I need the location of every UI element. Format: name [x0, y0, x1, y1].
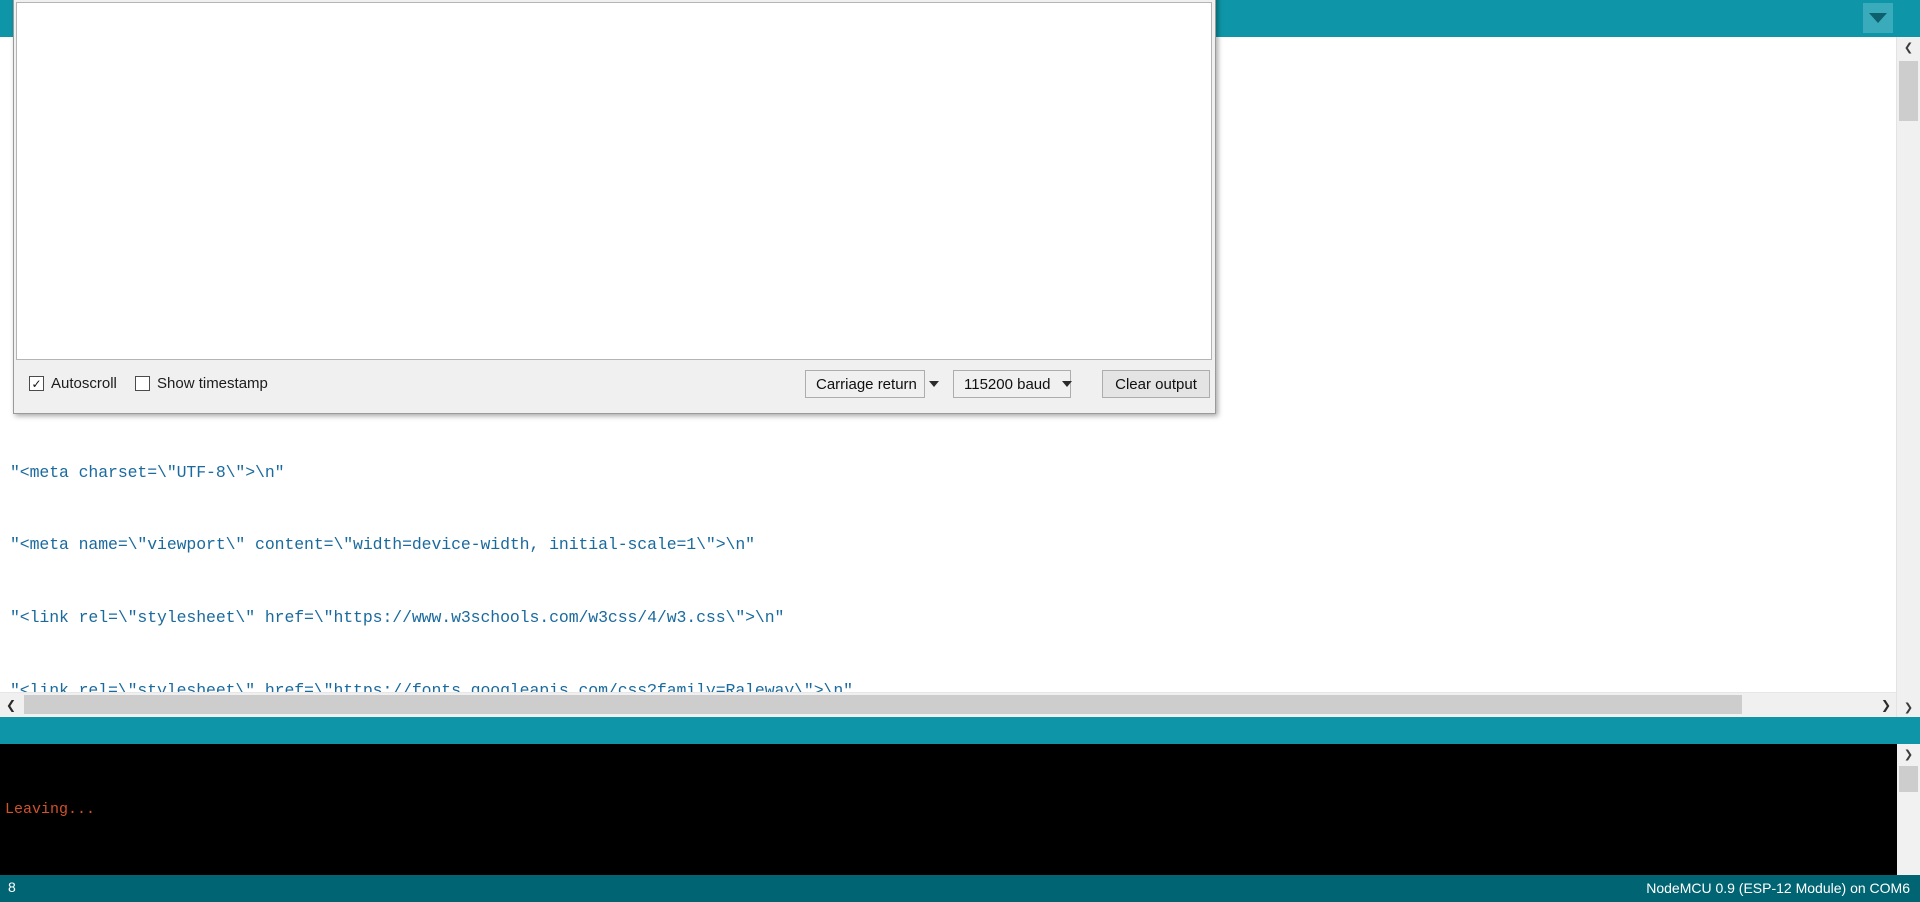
chevron-left-icon[interactable]: ❮: [0, 693, 22, 716]
code-text: "<meta charset=\"UTF-8\">\n" "<meta name…: [10, 412, 1627, 717]
line-ending-select[interactable]: Carriage return: [805, 370, 925, 398]
line-ending-value: Carriage return: [816, 376, 917, 393]
code-line: "<meta charset=\"UTF-8\">\n": [10, 461, 1627, 485]
serial-monitor-toolbar: ✓ Autoscroll Show timestamp Carriage ret…: [16, 363, 1212, 410]
chevron-down-icon[interactable]: ❯: [1897, 697, 1920, 717]
editor-vscroll-thumb[interactable]: [1899, 61, 1918, 121]
status-line-number: 8: [8, 879, 16, 895]
baud-rate-select[interactable]: 115200 baud: [953, 370, 1071, 398]
chevron-down-icon: [929, 381, 939, 387]
serial-monitor-dropdown-button[interactable]: [1863, 3, 1893, 33]
console-vscroll-thumb[interactable]: [1899, 766, 1918, 792]
chevron-down-icon: [1869, 13, 1887, 23]
chevron-up-icon[interactable]: ❮: [1897, 37, 1920, 57]
show-timestamp-checkbox[interactable]: Show timestamp: [135, 375, 268, 392]
chevron-right-icon[interactable]: ❯: [1875, 693, 1897, 716]
editor-horizontal-scrollbar[interactable]: ❮ ❯: [0, 692, 1897, 717]
show-timestamp-label: Show timestamp: [157, 375, 268, 392]
console-output-panel[interactable]: Leaving... Hard resetting via RTS pin...…: [0, 744, 1920, 875]
console-divider: [0, 717, 1920, 744]
status-bar: 8 NodeMCU 0.9 (ESP-12 Module) on COM6: [0, 875, 1920, 902]
code-line: "<meta name=\"viewport\" content=\"width…: [10, 533, 1627, 557]
serial-monitor-window[interactable]: ✓ Autoscroll Show timestamp Carriage ret…: [13, 0, 1216, 414]
console-text: Leaving... Hard resetting via RTS pin...…: [5, 747, 275, 875]
autoscroll-checkbox[interactable]: ✓ Autoscroll: [29, 375, 117, 392]
status-board-info: NodeMCU 0.9 (ESP-12 Module) on COM6: [1646, 880, 1910, 896]
autoscroll-label: Autoscroll: [51, 375, 117, 392]
checkbox-box-checked[interactable]: ✓: [29, 376, 44, 391]
editor-vertical-scrollbar[interactable]: ❮ ❯: [1896, 37, 1920, 717]
checkbox-box-unchecked[interactable]: [135, 376, 150, 391]
clear-output-button[interactable]: Clear output: [1102, 370, 1210, 398]
chevron-down-icon[interactable]: ❯: [1897, 744, 1920, 764]
baud-rate-value: 115200 baud: [964, 376, 1050, 393]
code-line: "<link rel=\"stylesheet\" href=\"https:/…: [10, 606, 1627, 630]
console-line: Leaving...: [5, 797, 275, 822]
console-vertical-scrollbar[interactable]: ❮ ❯: [1897, 744, 1920, 875]
serial-monitor-output[interactable]: [16, 2, 1212, 360]
editor-hscroll-thumb[interactable]: [24, 695, 1742, 714]
chevron-down-icon: [1062, 381, 1072, 387]
